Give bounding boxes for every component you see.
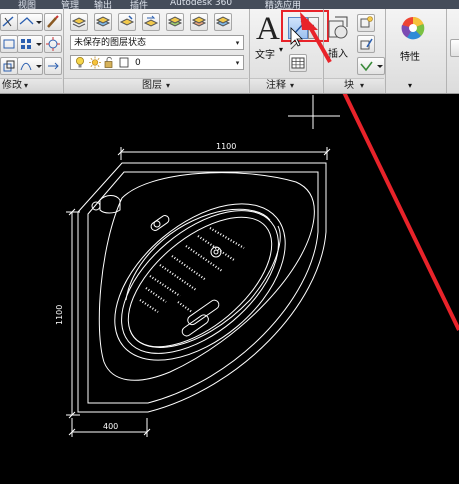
highlight-box (281, 10, 329, 42)
layer-dropdown[interactable]: 0 ▾ (70, 55, 244, 70)
current-layer-value: 0 (135, 58, 141, 68)
menu-plugins[interactable]: 插件 (130, 0, 148, 9)
layers-panel-footer[interactable]: 图层 ▾ (64, 78, 248, 93)
annotation-panel-label: 注释 (266, 80, 286, 91)
chevron-down-icon: ▾ (360, 81, 365, 90)
insert-button-label: 插入 (328, 49, 348, 60)
chevron-down-icon: ▾ (279, 45, 284, 54)
chevron-down-icon: ▾ (408, 81, 413, 90)
array-icon (21, 39, 42, 49)
layer-state-icon (95, 16, 111, 27)
menu-output[interactable]: 输出 (94, 0, 112, 9)
edit-attributes-button[interactable] (357, 57, 385, 75)
insert-block-button[interactable]: 插入 (326, 15, 352, 65)
edit-attributes-icon (360, 61, 383, 72)
dimension-bottom-value: 400 (103, 422, 118, 431)
layer-unisolate-icon (191, 16, 207, 27)
array-tool-button[interactable] (17, 35, 43, 53)
unlock-icon (104, 56, 113, 68)
drawing-canvas[interactable]: 1100 1100 400 (0, 94, 459, 484)
modify-panel-footer[interactable]: 修改 ▾ (0, 78, 62, 93)
panel-separator (446, 9, 447, 93)
table-icon (291, 57, 305, 69)
menu-manage[interactable]: 管理 (61, 0, 79, 9)
sun-icon (89, 56, 101, 69)
modify-panel-label: 修改 (2, 80, 22, 91)
create-block-button[interactable] (357, 14, 375, 32)
layer-state-button[interactable] (94, 13, 112, 31)
trim-tool-button[interactable] (0, 13, 18, 31)
explode-tool-button[interactable] (44, 35, 62, 53)
layer-isolate-icon (167, 16, 183, 27)
explode-icon (46, 37, 60, 51)
utilities-button[interactable] (450, 39, 459, 57)
block-panel-footer[interactable]: 块 ▾ (324, 78, 384, 93)
create-block-icon (360, 16, 373, 28)
block-panel-label: 块 (344, 80, 354, 91)
edit-block-icon (360, 38, 373, 50)
layer-status-icons (76, 56, 129, 69)
layer-state-value: 未保存的图层状态 (74, 38, 147, 48)
line-split-button[interactable] (17, 13, 43, 31)
rectangle-icon (3, 39, 15, 49)
text-a-icon: A (256, 11, 280, 47)
chevron-down-icon: ▾ (235, 59, 240, 67)
stretch-tool-button[interactable] (44, 57, 62, 75)
panel-separator (385, 9, 386, 93)
layer-previous-icon (143, 15, 159, 27)
layer-state-dropdown[interactable]: 未保存的图层状态 ▾ (70, 35, 244, 50)
menu-featured-apps[interactable]: 精选应用 (265, 0, 301, 9)
layer-previous-button[interactable] (142, 13, 160, 31)
layer-stack-icon (71, 17, 87, 28)
chevron-down-icon: ▾ (290, 81, 295, 90)
trim-icon (2, 16, 14, 27)
layers-panel-label: 图层 (142, 80, 162, 91)
dimension-left-value: 1100 (55, 305, 64, 325)
chevron-down-icon: ▾ (166, 81, 171, 90)
layer-properties-button[interactable] (70, 13, 88, 31)
menu-view[interactable]: 视图 (18, 0, 36, 9)
menu-autodesk360[interactable]: Autodesk 360 (170, 0, 232, 8)
color-wheel-icon (401, 16, 425, 40)
layer-isolate-button[interactable] (166, 13, 184, 31)
dimension-top-value: 1100 (216, 142, 236, 151)
brush-icon (47, 15, 59, 28)
rectangle-tool-button[interactable] (0, 35, 18, 53)
layer-freeze-icon (215, 16, 231, 27)
line-icon (19, 17, 42, 25)
chevron-down-icon: ▾ (235, 39, 240, 47)
properties-button-label: 特性 (400, 52, 420, 63)
offset-tool-button[interactable] (17, 57, 43, 75)
multileader-button[interactable] (289, 39, 301, 51)
chevron-down-icon: ▾ (24, 81, 29, 90)
table-button[interactable] (289, 54, 307, 72)
layer-match-button[interactable] (118, 13, 136, 31)
brush-tool-button[interactable] (44, 13, 62, 31)
scale-icon (3, 60, 15, 72)
stretch-icon (48, 62, 59, 70)
scale-tool-button[interactable] (0, 57, 18, 75)
multileader-icon (290, 40, 300, 50)
layer-freeze-button[interactable] (214, 13, 232, 31)
text-button[interactable]: A 文字 (252, 11, 282, 61)
layer-unisolate-button[interactable] (190, 13, 208, 31)
layer-match-icon (119, 15, 135, 26)
annotation-panel-footer[interactable]: 注释 ▾ (250, 78, 322, 93)
lightbulb-icon (76, 57, 84, 68)
properties-button[interactable]: 特性 (394, 13, 432, 65)
offset-icon (20, 62, 42, 71)
insert-block-icon (328, 16, 348, 39)
edit-block-button[interactable] (357, 35, 375, 53)
ribbon: 修改 ▾ 未保存的图层状态 ▾ 0 ▾ 图层 ▾ A 文字 ▾ ▾ 注释 ▾ 插… (0, 9, 459, 94)
menu-bar: 视图 管理 输出 插件 Autodesk 360 精选应用 (0, 0, 459, 9)
text-button-label: 文字 (255, 50, 275, 61)
color-swatch-icon (119, 57, 129, 68)
